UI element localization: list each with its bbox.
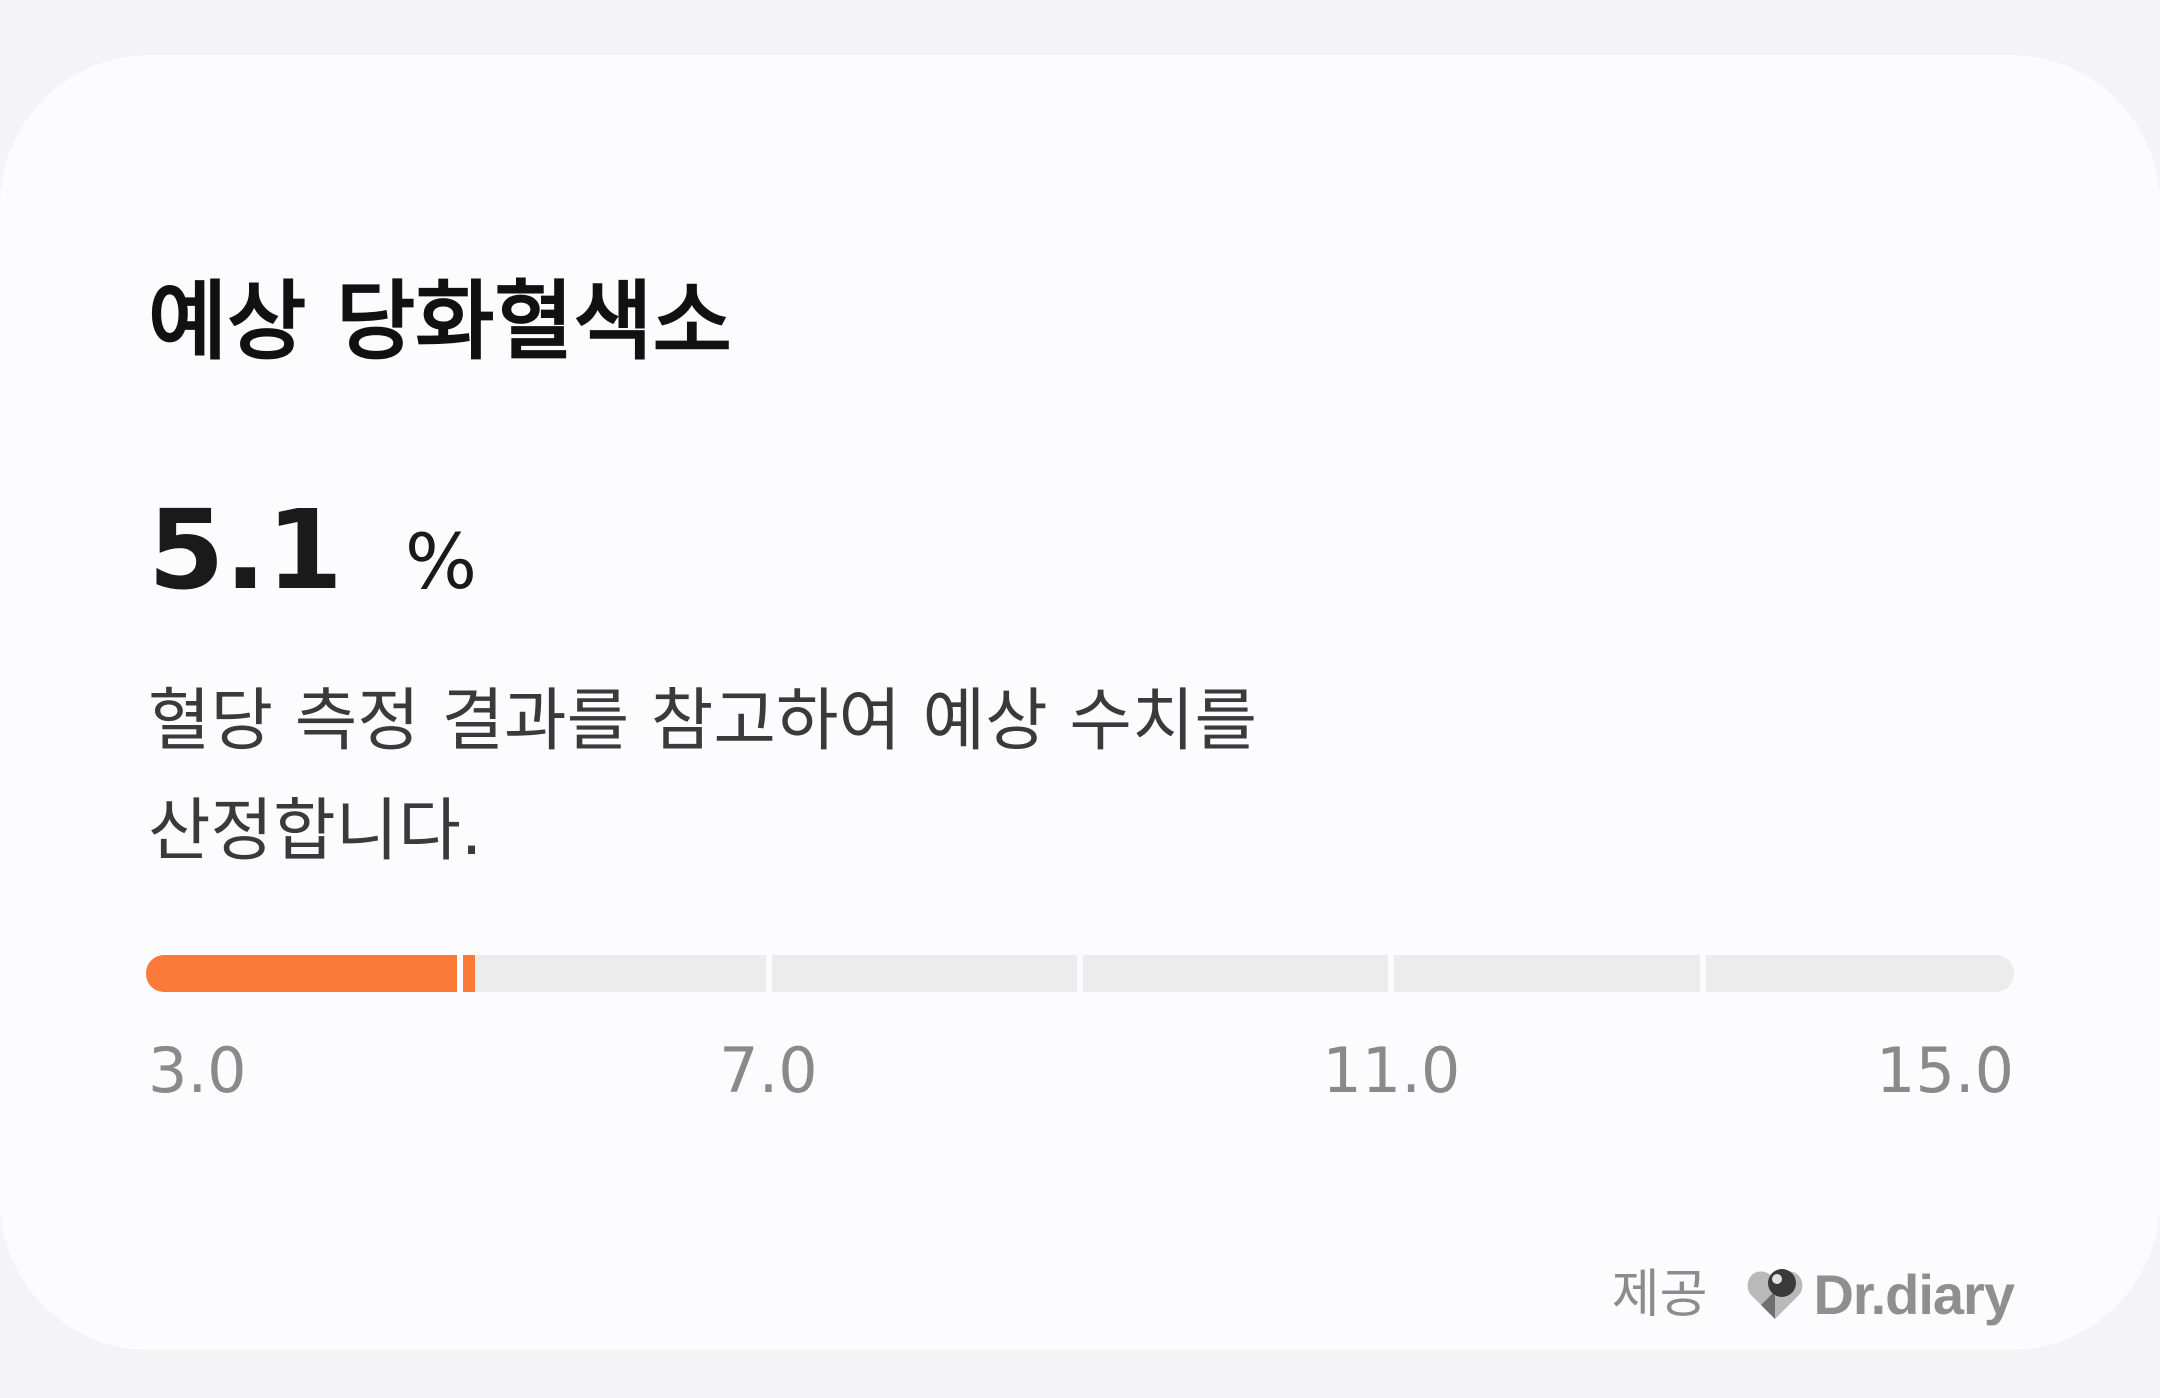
gauge-segment-divider — [1388, 955, 1395, 992]
hba1c-unit: % — [404, 517, 478, 606]
tick-label-min: 3.0 — [148, 1034, 247, 1107]
dr-diary-logo: Dr.diary — [1743, 1261, 2015, 1328]
gauge-fill — [146, 955, 457, 992]
value-row: 5.1% — [148, 495, 477, 605]
description: 혈당 측정 결과를 참고하여 예상 수치를 산정합니다. — [148, 667, 1688, 887]
provider-footer: 제공 Dr.diary — [1611, 1261, 2015, 1328]
tick-label-7: 7.0 — [719, 1034, 818, 1107]
gauge-segment-divider — [765, 955, 772, 992]
card-title: 예상 당화혈색소 — [148, 272, 732, 372]
hba1c-value: 5.1 — [148, 486, 343, 614]
description-line-1: 혈당 측정 결과를 참고하여 예상 수치를 — [148, 682, 1258, 761]
description-line-2: 산정합니다. — [148, 792, 483, 871]
hba1c-card[interactable]: 예상 당화혈색소 5.1% 혈당 측정 결과를 참고하여 예상 수치를 산정합니… — [0, 55, 2160, 1350]
dr-diary-logo-icon — [1743, 1261, 1807, 1328]
gauge-segment-divider — [1077, 955, 1083, 992]
tick-label-11: 11.0 — [1322, 1034, 1461, 1107]
gauge-value-marker — [462, 955, 475, 992]
brand-name: Dr.diary — [1813, 1262, 2015, 1326]
tick-label-max: 15.0 — [1876, 1034, 2015, 1107]
gauge-segment-divider — [1699, 955, 1706, 992]
provided-by-label: 제공 — [1611, 1264, 1708, 1325]
gauge-bar — [146, 955, 2014, 992]
